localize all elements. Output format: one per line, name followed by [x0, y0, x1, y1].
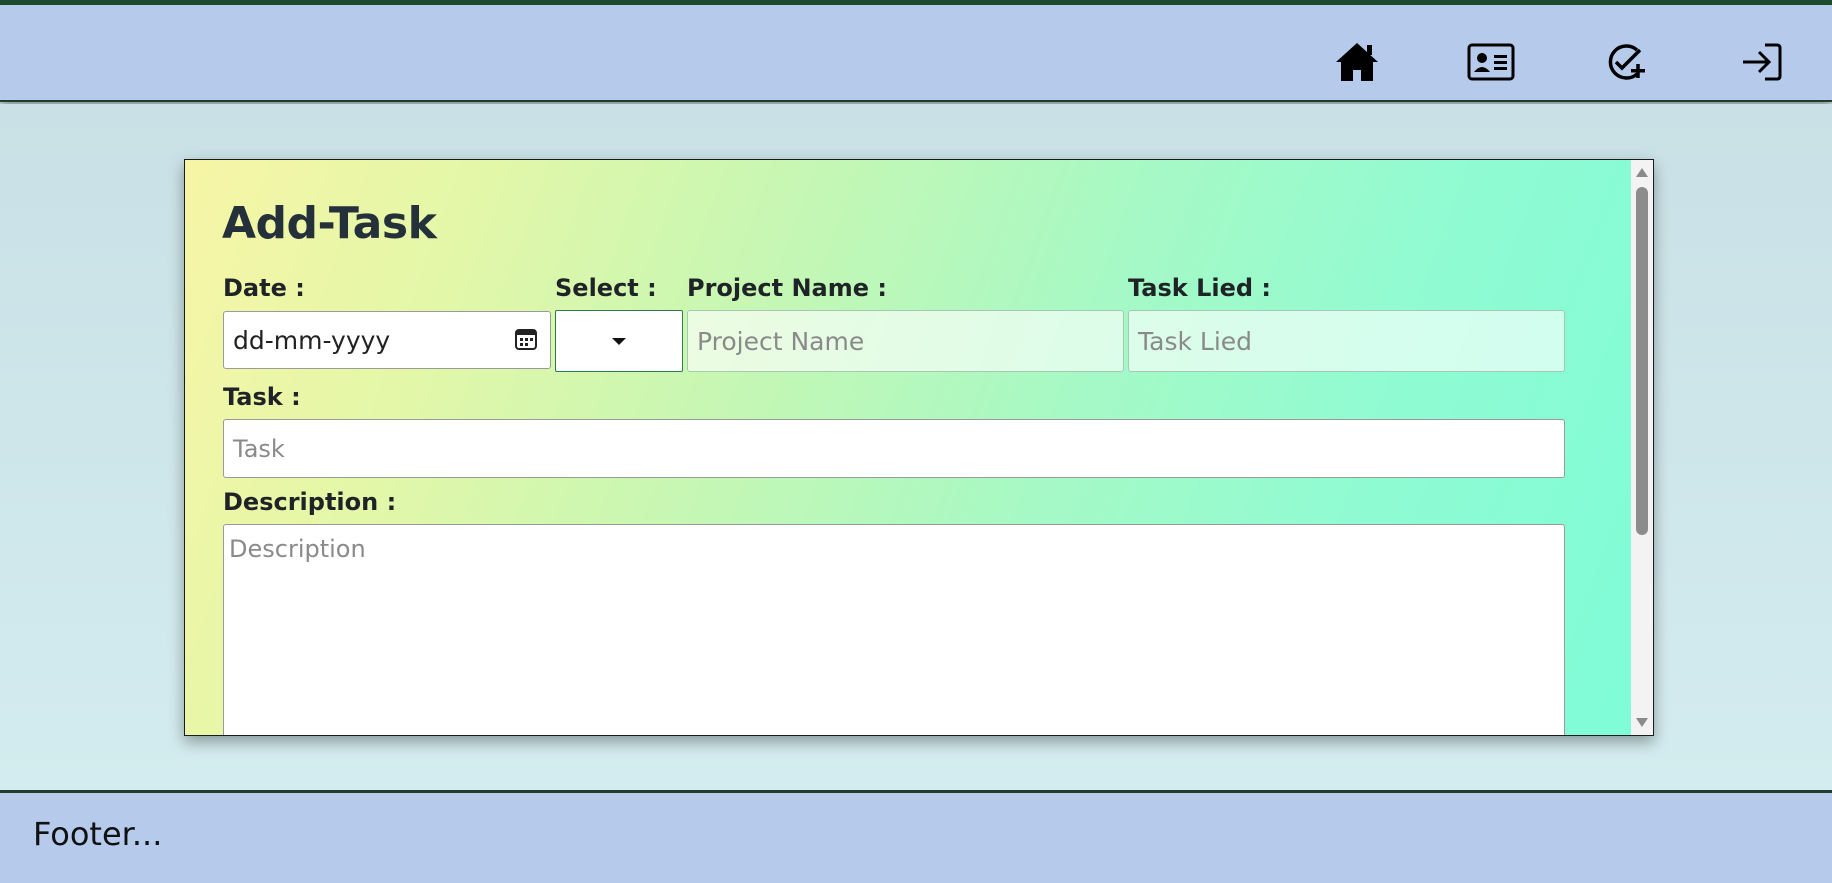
footer: Footer...: [0, 790, 1832, 883]
project-name-input[interactable]: Project Name: [687, 310, 1124, 372]
date-label: Date :: [223, 274, 305, 302]
chevron-down-icon: [612, 337, 626, 345]
task-input[interactable]: Task: [223, 419, 1565, 478]
description-placeholder: Description: [229, 535, 366, 563]
id-card-icon[interactable]: [1466, 37, 1516, 87]
select-dropdown[interactable]: [555, 310, 683, 372]
task-lied-placeholder: Task Lied: [1138, 326, 1253, 356]
scroll-thumb[interactable]: [1636, 187, 1648, 535]
date-input-value: dd-mm-yyyy: [233, 325, 391, 355]
description-textarea[interactable]: Description: [223, 524, 1565, 735]
scroll-down-arrow-icon[interactable]: [1636, 718, 1648, 727]
project-name-placeholder: Project Name: [697, 326, 865, 356]
project-name-label: Project Name :: [687, 274, 887, 302]
scroll-up-arrow-icon[interactable]: [1636, 168, 1648, 177]
task-placeholder: Task: [233, 434, 285, 463]
select-label: Select :: [555, 274, 657, 302]
description-label: Description :: [223, 488, 397, 516]
sign-in-icon[interactable]: [1736, 37, 1786, 87]
add-task-icon[interactable]: [1601, 37, 1651, 87]
home-icon[interactable]: [1332, 37, 1382, 87]
task-label: Task :: [223, 383, 301, 411]
date-input[interactable]: dd-mm-yyyy: [223, 311, 551, 369]
add-task-card: Add-Task Date : Select : Project Name : …: [184, 159, 1654, 736]
footer-text: Footer...: [33, 815, 163, 853]
task-lied-label: Task Lied :: [1128, 274, 1272, 302]
task-lied-input[interactable]: Task Lied: [1128, 310, 1565, 372]
navbar: [0, 5, 1832, 102]
card-scrollbar[interactable]: [1631, 160, 1653, 735]
page-title: Add-Task: [222, 198, 437, 249]
calendar-icon[interactable]: [514, 327, 538, 357]
